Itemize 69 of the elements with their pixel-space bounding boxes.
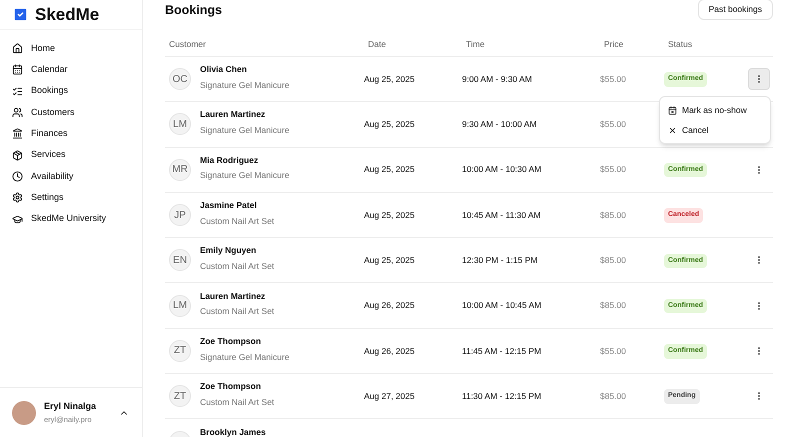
column-header: Time <box>465 38 486 51</box>
booking-date: Aug 25, 2025 <box>364 163 416 176</box>
customer-avatar: ZT <box>169 340 191 362</box>
booking-price: $85.00 <box>600 390 627 403</box>
customer-avatar: ZT <box>169 385 191 408</box>
sidebar-item[interactable]: Availability <box>8 166 134 188</box>
sidebar-item[interactable]: Services <box>8 144 134 166</box>
customer-name: Zoe Thompson <box>200 380 262 393</box>
menu-item[interactable]: Cancel <box>664 120 766 140</box>
customer-name: Mia Rodriguez <box>200 154 260 166</box>
booking-time: 10:00 AM - 10:45 AM <box>462 299 542 312</box>
booking-date: Aug 27, 2025 <box>364 390 416 403</box>
booking-time: 10:00 AM - 10:30 AM <box>462 163 542 176</box>
booking-price: $55.00 <box>600 72 627 86</box>
booking-time: 11:30 AM - 12:15 PM <box>462 390 542 403</box>
column-header: Price <box>603 38 624 51</box>
booking-date: Aug 25, 2025 <box>364 118 416 131</box>
brand-name: SkedMe <box>35 4 100 26</box>
booking-price: $85.00 <box>600 299 627 312</box>
service-name: Custom Nail Art Set <box>200 305 274 318</box>
column-header: Customer <box>168 38 207 51</box>
booking-price: $85.00 <box>600 254 627 267</box>
service-name: Custom Nail Art Set <box>200 260 274 273</box>
booking-price: $85.00 <box>600 208 627 222</box>
past-bookings-button[interactable]: Past bookings <box>698 0 773 20</box>
column-header: Date <box>367 38 387 51</box>
customer-avatar: LM <box>169 113 191 136</box>
sidebar-item[interactable]: Home <box>8 38 134 60</box>
sidebar-item[interactable]: Finances <box>8 123 134 144</box>
service-name: Custom Nail Art Set <box>200 214 274 228</box>
booking-price: $55.00 <box>600 163 627 176</box>
sidebar-item[interactable]: Calendar <box>8 59 134 81</box>
service-name: Signature Gel Manicure <box>200 124 290 137</box>
customer-avatar: EN <box>169 249 191 272</box>
booking-time: 9:00 AM - 9:30 AM <box>462 72 533 86</box>
sidebar-item[interactable]: Bookings <box>8 80 134 102</box>
customer-name: Lauren Martinez <box>200 108 266 122</box>
service-name: Custom Nail Art Set <box>200 396 274 409</box>
booking-date: Aug 25, 2025 <box>364 208 416 222</box>
booking-date: Aug 25, 2025 <box>364 254 416 267</box>
service-name: Signature Gel Manicure <box>200 350 290 364</box>
customer-name: Zoe Thompson <box>200 334 262 348</box>
service-name: Signature Gel Manicure <box>200 78 290 92</box>
booking-price: $55.00 <box>600 344 627 358</box>
service-name: Signature Gel Manicure <box>200 169 290 182</box>
booking-time: 9:30 AM - 10:00 AM <box>462 118 538 131</box>
customer-name: Lauren Martinez <box>200 290 266 302</box>
customer-name: Brooklyn James <box>200 426 266 437</box>
page-title: Bookings <box>165 2 222 19</box>
customer-avatar: JP <box>169 204 191 226</box>
sidebar-item[interactable]: Settings <box>8 187 134 208</box>
booking-price: $55.00 <box>600 118 627 131</box>
customer-name: Emily Nguyen <box>200 244 258 258</box>
sidebar-item[interactable]: Customers <box>8 102 134 124</box>
booking-time: 10:45 AM - 11:30 AM <box>462 208 542 222</box>
booking-date: Aug 26, 2025 <box>364 344 416 358</box>
booking-date: Aug 25, 2025 <box>364 72 416 86</box>
menu-item[interactable]: Mark as no-show <box>664 100 766 120</box>
sidebar-item[interactable]: SkedMe University <box>8 208 134 230</box>
customer-avatar: LM <box>169 294 191 317</box>
customer-avatar: OC <box>169 68 191 90</box>
customer-avatar: MR <box>169 158 191 181</box>
customer-name: Olivia Chen <box>200 63 248 76</box>
column-header: Status <box>667 38 694 51</box>
booking-time: 12:30 PM - 1:15 PM <box>462 254 539 267</box>
user-name: Eryl Ninalga <box>44 400 98 414</box>
customer-name: Jasmine Patel <box>200 199 258 212</box>
booking-time: 11:45 AM - 12:15 PM <box>462 344 542 358</box>
booking-date: Aug 26, 2025 <box>364 299 416 312</box>
